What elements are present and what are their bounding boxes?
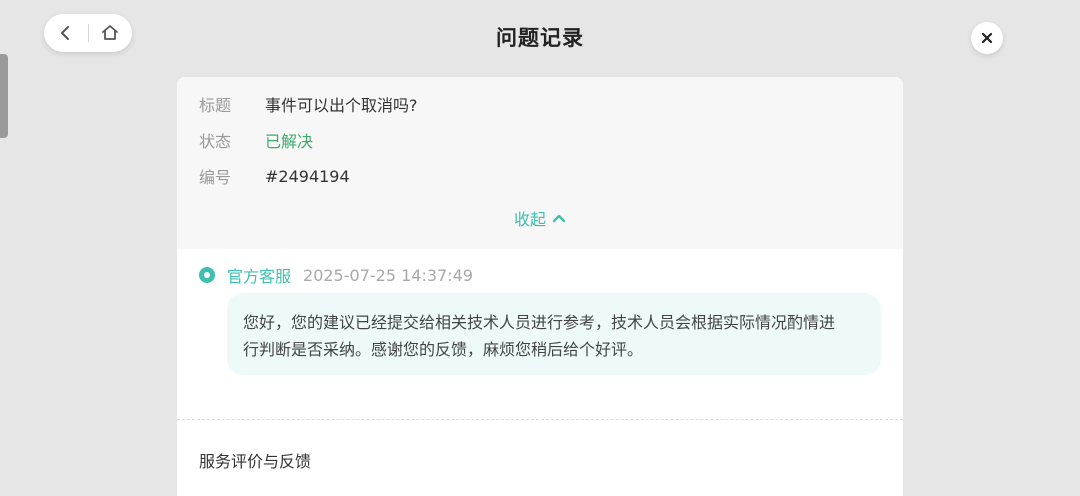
message-bubble: 您好，您的建议已经提交给相关技术人员进行参考，技术人员会根据实际情况酌情进 行判… xyxy=(227,293,881,375)
message-header: 官方客服 2025-07-25 14:37:49 xyxy=(199,263,473,287)
close-icon xyxy=(981,32,993,44)
chevron-up-icon xyxy=(552,214,566,223)
message-timestamp: 2025-07-25 14:37:49 xyxy=(303,265,473,285)
message-text-line-1: 您好，您的建议已经提交给相关技术人员进行参考，技术人员会根据实际情况酌情进 xyxy=(243,313,836,332)
status-badge: 已解决 xyxy=(265,132,314,151)
side-drawer-handle[interactable] xyxy=(0,54,8,138)
ticket-title-value: 事件可以出个取消吗? xyxy=(265,96,418,115)
ticket-info-panel: 标题 事件可以出个取消吗? 状态 已解决 编号 #2494194 收起 xyxy=(177,77,903,249)
ticket-status-label: 状态 xyxy=(199,132,232,151)
collapse-label: 收起 xyxy=(513,210,546,229)
page-title: 问题记录 xyxy=(496,26,584,50)
ticket-status-row: 状态 已解决 xyxy=(199,129,313,151)
ticket-title-row: 标题 事件可以出个取消吗? xyxy=(199,93,418,115)
ticket-card: 标题 事件可以出个取消吗? 状态 已解决 编号 #2494194 收起 官方客服… xyxy=(177,77,903,496)
collapse-button[interactable]: 收起 xyxy=(177,206,903,230)
ticket-number-row: 编号 #2494194 xyxy=(199,165,350,188)
close-button[interactable] xyxy=(971,22,1003,54)
ticket-title-label: 标题 xyxy=(199,96,232,115)
ticket-number-value: #2494194 xyxy=(265,166,350,186)
feedback-section-title: 服务评价与反馈 xyxy=(199,452,312,471)
support-dot-icon xyxy=(199,267,215,283)
message-text-line-2: 行判断是否采纳。感谢您的反馈，麻烦您稍后给个好评。 xyxy=(243,340,644,359)
message-sender: 官方客服 xyxy=(227,267,292,286)
ticket-number-label: 编号 xyxy=(199,168,232,187)
section-divider xyxy=(177,419,903,420)
